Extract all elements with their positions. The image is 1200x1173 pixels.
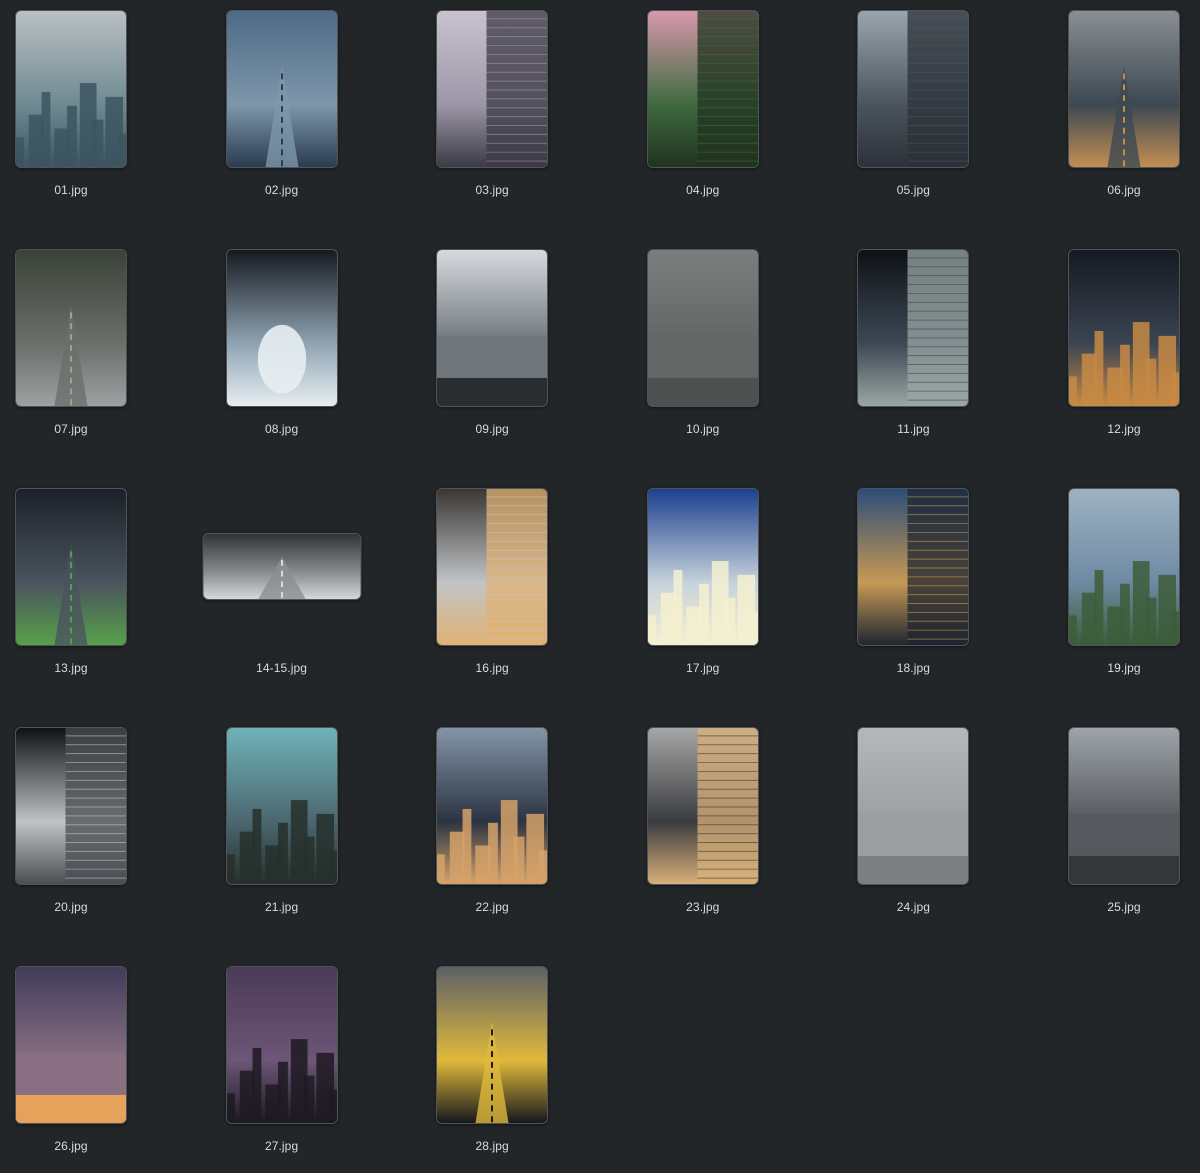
file-item[interactable]: 06.jpg [1019, 0, 1200, 220]
file-thumbnail[interactable] [857, 727, 970, 885]
file-item[interactable]: 26.jpg [0, 956, 176, 1173]
file-name-label: 24.jpg [896, 900, 931, 914]
file-item[interactable]: 16.jpg [387, 478, 597, 698]
file-name-label: 21.jpg [264, 900, 299, 914]
file-thumbnail[interactable] [15, 727, 127, 885]
file-thumbnail[interactable] [1068, 488, 1180, 646]
file-item[interactable]: 10.jpg [598, 239, 808, 459]
file-name-label: 12.jpg [1107, 422, 1141, 436]
file-name-label: 25.jpg [1107, 900, 1141, 914]
file-thumbnail[interactable] [1068, 10, 1180, 168]
file-thumbnail[interactable] [225, 966, 338, 1124]
file-name-label: 18.jpg [896, 661, 931, 675]
file-name-label: 08.jpg [264, 422, 299, 436]
file-item[interactable]: 07.jpg [0, 239, 176, 459]
file-thumbnail[interactable] [646, 249, 759, 407]
file-thumbnail[interactable] [15, 488, 127, 646]
file-item[interactable]: 04.jpg [598, 0, 808, 220]
file-thumbnail[interactable] [436, 966, 549, 1124]
file-thumbnail[interactable] [15, 249, 127, 407]
file-thumbnail[interactable] [15, 966, 127, 1124]
file-name-label: 22.jpg [475, 900, 509, 914]
file-name-label: 27.jpg [264, 1139, 299, 1153]
file-name-label: 05.jpg [896, 183, 931, 197]
file-name-label: 28.jpg [475, 1139, 509, 1153]
file-item[interactable]: 08.jpg [177, 239, 387, 459]
file-item[interactable]: 01.jpg [0, 0, 176, 220]
file-item[interactable]: 25.jpg [1019, 717, 1200, 937]
file-item[interactable]: 02.jpg [177, 0, 387, 220]
file-thumbnail[interactable] [646, 10, 759, 168]
file-item[interactable]: 17.jpg [598, 478, 808, 698]
file-thumbnail[interactable] [436, 488, 549, 646]
file-thumbnail[interactable] [436, 727, 549, 885]
file-thumbnail[interactable] [857, 488, 970, 646]
file-item[interactable]: 23.jpg [598, 717, 808, 937]
file-name-label: 01.jpg [54, 183, 88, 197]
file-name-label: 10.jpg [686, 422, 720, 436]
file-item[interactable]: 05.jpg [808, 0, 1018, 220]
file-name-label: 19.jpg [1107, 661, 1141, 675]
file-thumbnail[interactable] [436, 249, 549, 407]
file-name-label: 09.jpg [475, 422, 509, 436]
file-thumbnail[interactable] [646, 727, 759, 885]
file-name-label: 02.jpg [264, 183, 299, 197]
file-item[interactable]: 22.jpg [387, 717, 597, 937]
file-thumbnail[interactable] [15, 10, 127, 168]
file-name-label: 11.jpg [897, 422, 930, 436]
file-thumbnail[interactable] [646, 488, 759, 646]
file-thumbnail[interactable] [225, 10, 338, 168]
file-item[interactable]: 27.jpg [177, 956, 387, 1173]
file-thumbnail[interactable] [857, 10, 970, 168]
file-item[interactable]: 28.jpg [387, 956, 597, 1173]
file-thumbnail[interactable] [225, 249, 338, 407]
file-thumbnail[interactable] [1068, 249, 1180, 407]
file-name-label: 23.jpg [686, 900, 720, 914]
file-item[interactable]: 11.jpg [808, 239, 1018, 459]
file-name-label: 07.jpg [54, 422, 88, 436]
file-thumbnail[interactable] [1068, 727, 1180, 885]
file-name-label: 17.jpg [686, 661, 720, 675]
file-item[interactable]: 09.jpg [387, 239, 597, 459]
file-name-label: 03.jpg [475, 183, 509, 197]
file-item[interactable]: 12.jpg [1019, 239, 1200, 459]
file-thumbnail[interactable] [202, 533, 362, 600]
file-thumbnail[interactable] [436, 10, 549, 168]
file-name-label: 04.jpg [686, 183, 720, 197]
file-name-label: 16.jpg [475, 661, 509, 675]
file-item[interactable]: 20.jpg [0, 717, 176, 937]
file-item[interactable]: 13.jpg [0, 478, 176, 698]
file-name-label: 26.jpg [54, 1139, 88, 1153]
file-thumbnail[interactable] [857, 249, 970, 407]
file-item[interactable]: 14-15.jpg [177, 478, 387, 698]
file-name-label: 06.jpg [1107, 183, 1141, 197]
file-name-label: 14-15.jpg [256, 661, 308, 675]
file-item[interactable]: 24.jpg [808, 717, 1018, 937]
file-item[interactable]: 18.jpg [808, 478, 1018, 698]
file-name-label: 20.jpg [54, 900, 88, 914]
file-item[interactable]: 21.jpg [177, 717, 387, 937]
file-name-label: 13.jpg [54, 661, 88, 675]
file-thumbnail[interactable] [225, 727, 338, 885]
file-grid: 01.jpg 02.jpg 03.jpg 04.jpg 05.jpg 06.jp… [0, 0, 1200, 1173]
file-item[interactable]: 19.jpg [1019, 478, 1200, 698]
file-item[interactable]: 03.jpg [387, 0, 597, 220]
